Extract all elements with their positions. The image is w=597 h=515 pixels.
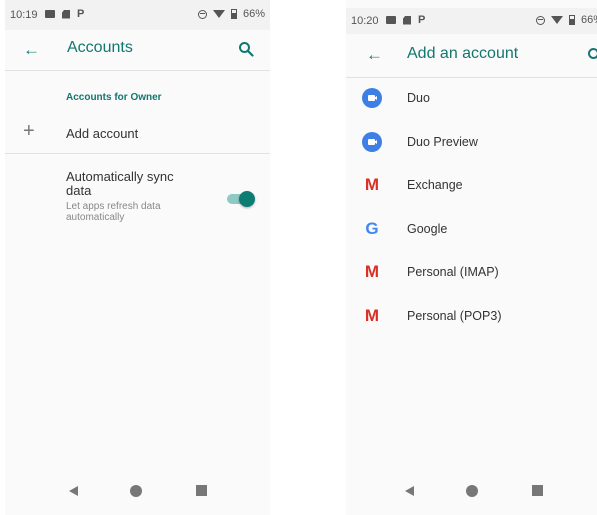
status-bar: 10:19 P 66%	[5, 0, 270, 30]
status-time: 10:20	[351, 15, 379, 27]
notification-icons: P	[45, 8, 85, 20]
toggle-knob	[239, 191, 255, 207]
battery-percent: 66%	[242, 8, 265, 20]
do-not-disturb-icon	[535, 15, 545, 25]
gmail-icon: M	[364, 175, 380, 195]
p-app-icon: P	[418, 14, 426, 26]
account-type-label: Google	[407, 221, 448, 236]
battery-percent: 66%	[580, 14, 597, 26]
account-type-label: Duo	[407, 91, 430, 105]
system-icons: 66%	[535, 14, 597, 26]
image-notification-icon	[45, 10, 55, 18]
page-title: Accounts	[67, 39, 133, 56]
account-type-label: Personal (IMAP)	[407, 265, 499, 280]
sd-card-icon	[403, 15, 411, 25]
app-bar: ← Add an account	[346, 34, 597, 78]
account-type-label: Duo Preview	[407, 134, 478, 149]
plus-icon: +	[23, 120, 35, 142]
add-account-screen: 10:20 P 66% ← Add an account Duo Duo Pre…	[346, 0, 597, 515]
account-type-list: Duo Duo Preview M Exchange G Google M Pe…	[346, 77, 597, 339]
gmail-icon: M	[364, 305, 380, 325]
nav-recents-icon[interactable]	[196, 485, 207, 496]
notification-icons: P	[386, 14, 426, 26]
google-icon: G	[365, 218, 379, 238]
battery-icon	[568, 15, 575, 25]
account-type-item[interactable]: G Google	[346, 208, 597, 252]
page-title: Add an account	[407, 45, 519, 62]
sd-card-icon	[62, 9, 70, 19]
gmail-icon: M	[364, 262, 380, 282]
status-time: 10:19	[10, 9, 38, 21]
accounts-screen: 10:19 P 66% ← Accounts Accounts for Owne…	[5, 0, 270, 515]
account-type-item[interactable]: Duo	[346, 77, 597, 121]
nav-back-icon[interactable]	[69, 486, 78, 496]
auto-sync-subtitle: Let apps refresh data automatically	[66, 201, 161, 223]
system-icons: 66%	[197, 8, 265, 20]
account-type-item[interactable]: M Personal (POP3)	[346, 295, 597, 339]
add-account-label: Add account	[66, 126, 139, 141]
status-bar: 10:20 P 66%	[346, 8, 597, 34]
nav-home-icon[interactable]	[130, 485, 142, 497]
account-type-item[interactable]: M Personal (IMAP)	[346, 251, 597, 295]
account-type-item[interactable]: Duo Preview	[346, 121, 597, 165]
p-app-icon: P	[77, 8, 85, 20]
duo-icon	[362, 88, 382, 108]
wifi-icon	[212, 10, 225, 18]
account-type-item[interactable]: M Exchange	[346, 164, 597, 208]
auto-sync-toggle[interactable]	[225, 190, 255, 208]
wifi-icon	[550, 16, 563, 24]
navigation-bar	[5, 469, 270, 515]
account-type-label: Exchange	[407, 178, 463, 193]
section-header-accounts-for-owner: Accounts for Owner	[66, 92, 162, 103]
auto-sync-title: Automatically sync data	[66, 169, 174, 198]
do-not-disturb-icon	[197, 9, 207, 19]
back-arrow-icon[interactable]: ←	[23, 41, 40, 58]
nav-back-icon[interactable]	[405, 486, 414, 496]
nav-home-icon[interactable]	[466, 485, 478, 497]
auto-sync-setting[interactable]: Automatically sync data Let apps refresh…	[66, 169, 196, 224]
search-icon[interactable]	[238, 41, 254, 57]
battery-icon	[230, 9, 237, 19]
duo-preview-icon	[362, 131, 382, 152]
back-arrow-icon[interactable]: ←	[366, 46, 383, 63]
image-notification-icon	[386, 16, 396, 24]
app-bar: ← Accounts	[5, 30, 270, 71]
add-account-row[interactable]: + Add account	[5, 112, 270, 154]
search-icon[interactable]	[587, 47, 597, 63]
account-type-label: Personal (POP3)	[407, 308, 502, 323]
nav-recents-icon[interactable]	[532, 485, 543, 496]
navigation-bar	[346, 469, 597, 515]
